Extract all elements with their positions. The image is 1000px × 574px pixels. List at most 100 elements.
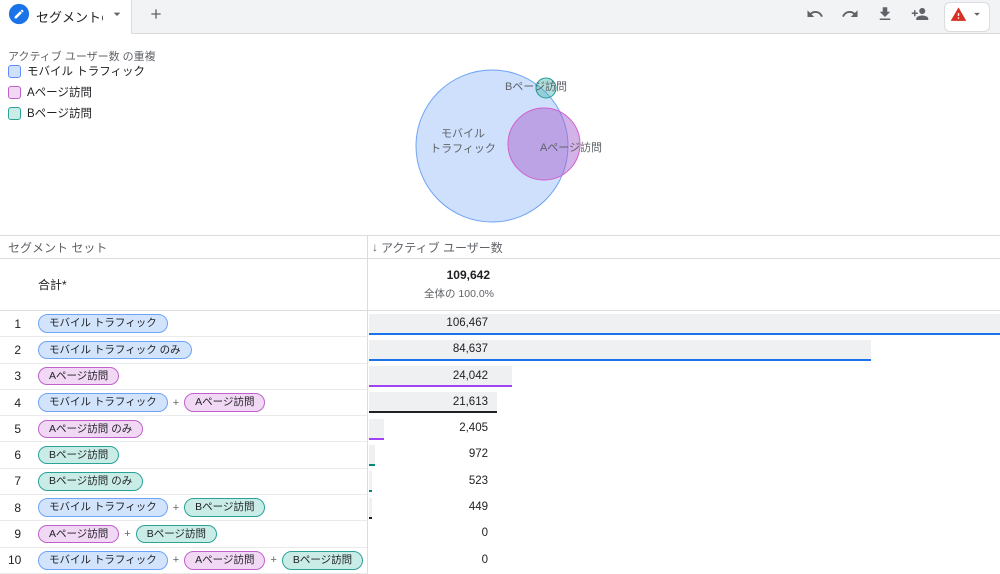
segment-cell: 4モバイル トラフィック+Aページ訪問	[0, 390, 368, 416]
total-value: 109,642	[368, 268, 490, 282]
plus-separator: +	[173, 502, 179, 514]
table-row[interactable]: 2 モバイル トラフィック のみ 84,637	[0, 337, 1000, 363]
row-value: 84,637	[368, 343, 488, 355]
table-row[interactable]: 8 モバイル トラフィック + Bページ訪問 449	[0, 495, 1000, 521]
venn-label-mobile-line1: モバイル	[441, 127, 485, 140]
row-index: 5	[8, 422, 21, 436]
segment-chip: Bページ訪問	[184, 498, 265, 517]
value-cell: 972	[368, 442, 1000, 468]
venn-label-mobile-line2: トラフィック	[430, 142, 496, 155]
segment-cell: 10モバイル トラフィック+Aページ訪問+Bページ訪問	[0, 548, 368, 574]
row-index: 9	[8, 527, 21, 541]
value-cell: 21,613	[368, 390, 1000, 416]
column-header-active-users[interactable]: ↓ アクティブ ユーザー数	[368, 236, 1000, 258]
segment-cell: 7Bページ訪問 のみ	[0, 469, 368, 495]
column-header-label: アクティブ ユーザー数	[381, 239, 503, 256]
table-row[interactable]: 1 モバイル トラフィック 106,467	[0, 311, 1000, 337]
value-cell: 0	[368, 521, 1000, 547]
segment-chip: モバイル トラフィック	[38, 314, 168, 333]
table-row[interactable]: 3Aページ訪問24,042	[0, 364, 1000, 390]
redo-icon	[841, 5, 859, 28]
redo-button[interactable]	[839, 6, 861, 28]
table-row[interactable]: 5Aページ訪問 のみ2,405	[0, 416, 1000, 442]
undo-button[interactable]	[804, 6, 826, 28]
row-index: 1	[8, 317, 21, 331]
total-row: 合計* 109,642 全体の 100.0%	[0, 259, 1000, 311]
segment-chip: Aページ訪問	[184, 551, 265, 570]
chevron-down-icon	[970, 7, 984, 26]
tab-label: セグメントの...	[36, 7, 103, 26]
total-label: 合計*	[0, 259, 368, 310]
value-cell: 2,405	[368, 416, 1000, 442]
purple-legend-swatch	[8, 86, 21, 99]
segment-chip: Bページ訪問	[282, 551, 363, 570]
legend-label: モバイル トラフィック	[27, 63, 145, 79]
plus-separator: +	[124, 528, 130, 540]
segment-chip: Bページ訪問	[136, 525, 217, 544]
row-index: 10	[8, 553, 21, 567]
teal-legend-swatch	[8, 107, 21, 120]
blue-legend-swatch	[8, 65, 21, 78]
toolbar-actions	[804, 2, 1000, 32]
segment-chip: モバイル トラフィック	[38, 551, 168, 570]
row-value: 0	[368, 554, 488, 566]
share-button[interactable]	[909, 6, 931, 28]
table-header: セグメント セット ↓ アクティブ ユーザー数	[0, 235, 1000, 259]
total-percent: 全体の 100.0%	[368, 286, 494, 301]
segment-cell: 3Aページ訪問	[0, 364, 368, 390]
sort-descending-icon: ↓	[372, 240, 378, 254]
plus-icon	[148, 6, 164, 27]
table-row[interactable]: 7Bページ訪問 のみ523	[0, 469, 1000, 495]
value-cell: 106,467	[368, 311, 1000, 337]
table-row[interactable]: 10モバイル トラフィック+Aページ訪問+Bページ訪問0	[0, 548, 1000, 574]
segment-cell: 9 Aページ訪問 + Bページ訪問	[0, 521, 368, 547]
row-value: 24,042	[368, 370, 488, 382]
segment-cell: 8 モバイル トラフィック + Bページ訪問	[0, 495, 368, 521]
venn-label-page-a: Aページ訪問	[540, 140, 602, 154]
segment-cell: 5Aページ訪問 のみ	[0, 416, 368, 442]
legend-label: Aページ訪問	[27, 84, 92, 100]
download-button[interactable]	[874, 6, 896, 28]
segment-chip: Bページ訪問 のみ	[38, 472, 143, 491]
venn-diagram[interactable]: モバイル トラフィック Aページ訪問 Bページ訪問	[300, 60, 700, 230]
value-cell: 449	[368, 495, 1000, 521]
column-header-segment-set[interactable]: セグメント セット	[0, 236, 368, 258]
segment-chip: Bページ訪問	[38, 446, 119, 465]
row-value: 2,405	[368, 422, 488, 434]
value-cell: 84,637	[368, 337, 1000, 363]
segment-cell: 1 モバイル トラフィック	[0, 311, 368, 337]
table-row[interactable]: 9 Aページ訪問 + Bページ訪問 0	[0, 521, 1000, 547]
row-value: 449	[368, 501, 488, 513]
person-add-icon	[911, 5, 929, 28]
value-cell: 523	[368, 469, 1000, 495]
segment-chip: モバイル トラフィック	[38, 393, 168, 412]
segment-chip: モバイル トラフィック のみ	[38, 341, 192, 360]
row-value: 0	[368, 527, 488, 539]
plus-separator: +	[173, 397, 179, 409]
add-tab-button[interactable]	[140, 1, 172, 33]
table-row[interactable]: 6Bページ訪問972	[0, 442, 1000, 468]
segment-chip: モバイル トラフィック	[38, 498, 168, 517]
row-index: 2	[8, 343, 21, 357]
legend-item: Aページ訪問	[8, 84, 145, 100]
segment-cell: 6Bページ訪問	[0, 442, 368, 468]
segment-cell: 2 モバイル トラフィック のみ	[0, 337, 368, 363]
table-row[interactable]: 4モバイル トラフィック+Aページ訪問21,613	[0, 390, 1000, 416]
row-value: 523	[368, 475, 488, 487]
warning-dropdown-button[interactable]	[944, 2, 990, 32]
venn-label-page-b: Bページ訪問	[505, 79, 567, 93]
segment-table: セグメント セット ↓ アクティブ ユーザー数 合計* 109,642 全体の …	[0, 235, 1000, 574]
chevron-down-icon	[109, 6, 125, 27]
plus-separator: +	[173, 554, 179, 566]
row-index: 3	[8, 369, 21, 383]
legend-label: Bページ訪問	[27, 105, 92, 121]
legend-item: Bページ訪問	[8, 105, 145, 121]
tab-segment-overlap[interactable]: セグメントの...	[0, 0, 132, 34]
segment-chip: Aページ訪問	[38, 525, 119, 544]
row-value: 21,613	[368, 396, 488, 408]
row-value: 106,467	[368, 317, 488, 329]
row-index: 8	[8, 501, 21, 515]
undo-icon	[806, 5, 824, 28]
segment-chip: Aページ訪問	[184, 393, 265, 412]
value-cell: 24,042	[368, 364, 1000, 390]
